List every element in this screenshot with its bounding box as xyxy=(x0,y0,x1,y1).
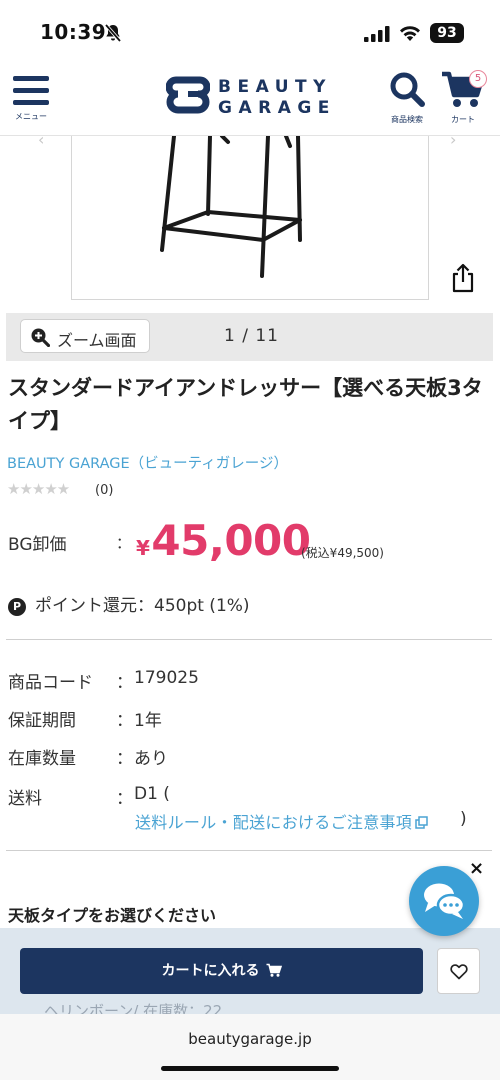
cart-count-badge: 5 xyxy=(469,70,487,88)
dresser-frame-illustration xyxy=(160,136,302,278)
option-heading: 天板タイプをお選びください xyxy=(8,906,217,925)
browser-address-bar: beautygarage.jp xyxy=(0,1014,500,1080)
price-currency: ¥ xyxy=(136,536,150,560)
heart-icon xyxy=(450,964,468,980)
shipping-close-paren: ) xyxy=(460,809,467,829)
price-colon: ： xyxy=(116,534,132,552)
chat-button[interactable] xyxy=(409,866,479,936)
external-window-icon xyxy=(415,816,428,829)
favorite-button[interactable] xyxy=(437,948,480,994)
home-indicator[interactable] xyxy=(161,1066,339,1071)
status-time: 10:39 xyxy=(40,20,107,44)
chat-bubbles-icon xyxy=(424,883,465,919)
wifi-icon xyxy=(400,26,420,41)
rating-stars: ★★★★★ xyxy=(7,480,70,498)
add-to-cart-label: カートに入れる xyxy=(161,963,260,979)
gallery-next-icon[interactable]: › xyxy=(450,130,456,149)
shipping-rules-label: 送料ルール・配送におけるご注意事項 xyxy=(135,813,413,832)
gallery-page-indicator: 1 / 11 xyxy=(224,326,279,346)
points-text: ポイント還元：450pt (1%) xyxy=(35,596,250,616)
menu-label: メニュー xyxy=(15,112,47,121)
battery-indicator: 93 xyxy=(430,23,464,43)
spec-key: 商品コード xyxy=(8,673,93,693)
cart-button[interactable]: 5 カート xyxy=(437,68,489,130)
spec-value: D1 ( xyxy=(134,784,170,804)
price-amount: 45,000 xyxy=(151,516,311,565)
price-value: ¥45,000 xyxy=(136,516,311,565)
product-image[interactable] xyxy=(71,136,429,300)
search-label: 商品検索 xyxy=(391,115,423,124)
zoom-button[interactable]: ズーム画面 xyxy=(20,319,150,353)
logo-line-2: GARAGE xyxy=(218,98,336,118)
hamburger-icon xyxy=(8,72,54,105)
spec-colon: ： xyxy=(116,711,133,731)
spec-key: 在庫数量 xyxy=(8,749,76,769)
product-title: スタンダードアイアンドレッサー【選べる天板3タイプ】 xyxy=(8,376,483,433)
bell-muted-icon xyxy=(104,23,122,43)
logo-text: BEAUTY GARAGE xyxy=(218,77,336,119)
share-icon[interactable] xyxy=(449,263,477,293)
spec-key: 保証期間 xyxy=(8,711,76,731)
brand-link[interactable]: BEAUTY GARAGE（ビューティガレージ） xyxy=(7,452,288,473)
logo-mark-icon xyxy=(166,76,210,114)
menu-button[interactable]: メニュー xyxy=(8,72,54,130)
gallery-toolbar: ズーム画面 1 / 11 xyxy=(6,313,493,361)
spec-value: 1年 xyxy=(134,711,162,731)
points-icon: P xyxy=(8,598,26,616)
add-to-cart-bar: ヘリンボーン/ 在庫数：22 カートに入れる xyxy=(0,928,500,1020)
price-with-tax: (税込¥49,500) xyxy=(301,546,384,560)
spec-colon: ： xyxy=(116,789,133,809)
points-info: P ポイント還元：450pt (1%) xyxy=(8,591,250,616)
site-header: メニュー BEAUTY GARAGE 商品検索 5 カート xyxy=(0,62,500,136)
search-button[interactable]: 商品検索 xyxy=(384,70,430,130)
spec-value: 179025 xyxy=(134,668,199,688)
cart-label: カート xyxy=(451,115,475,124)
zoom-label: ズーム画面 xyxy=(57,331,137,350)
cart-small-icon xyxy=(266,963,282,977)
logo-line-1: BEAUTY xyxy=(218,77,332,97)
spec-colon: ： xyxy=(116,749,133,769)
review-count[interactable]: (0) xyxy=(95,483,113,498)
chat-close-button[interactable]: × xyxy=(469,858,484,879)
status-bar: 10:39 93 xyxy=(0,0,500,62)
spec-colon: ： xyxy=(116,673,133,693)
divider xyxy=(6,639,492,640)
divider xyxy=(6,850,492,851)
logo[interactable]: BEAUTY GARAGE xyxy=(166,76,336,122)
add-to-cart-button[interactable]: カートに入れる xyxy=(20,948,423,994)
price-label: BG卸価 xyxy=(8,535,67,555)
search-icon xyxy=(390,72,425,107)
zoom-in-icon xyxy=(31,328,50,347)
shipping-rules-link[interactable]: 送料ルール・配送におけるご注意事項 xyxy=(135,809,428,833)
url-text[interactable]: beautygarage.jp xyxy=(0,1030,500,1048)
signal-icon xyxy=(364,26,390,42)
spec-key: 送料 xyxy=(8,789,42,809)
spec-value: あり xyxy=(134,749,168,769)
gallery-prev-icon[interactable]: ‹ xyxy=(38,130,44,149)
